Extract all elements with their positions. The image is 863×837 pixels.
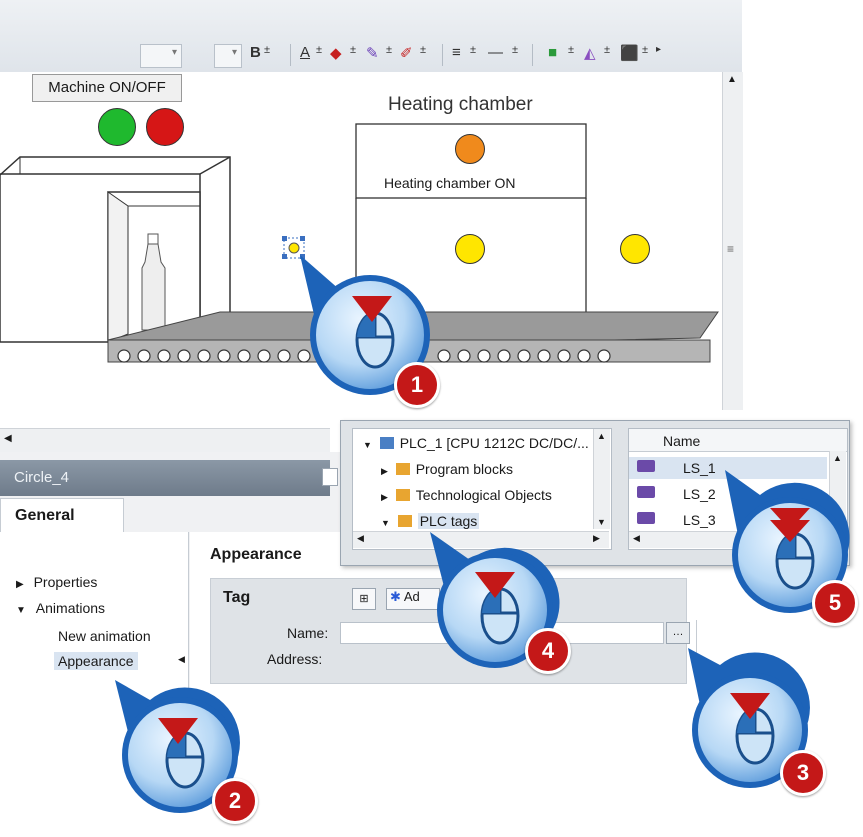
callout-number-3: 3 (780, 750, 826, 796)
callout-number-4: 4 (525, 628, 571, 674)
callout-number-1: 1 (394, 362, 440, 408)
callout-number-2: 2 (212, 778, 258, 824)
callout-number-5: 5 (812, 580, 858, 626)
callout-overlay (115, 255, 850, 813)
